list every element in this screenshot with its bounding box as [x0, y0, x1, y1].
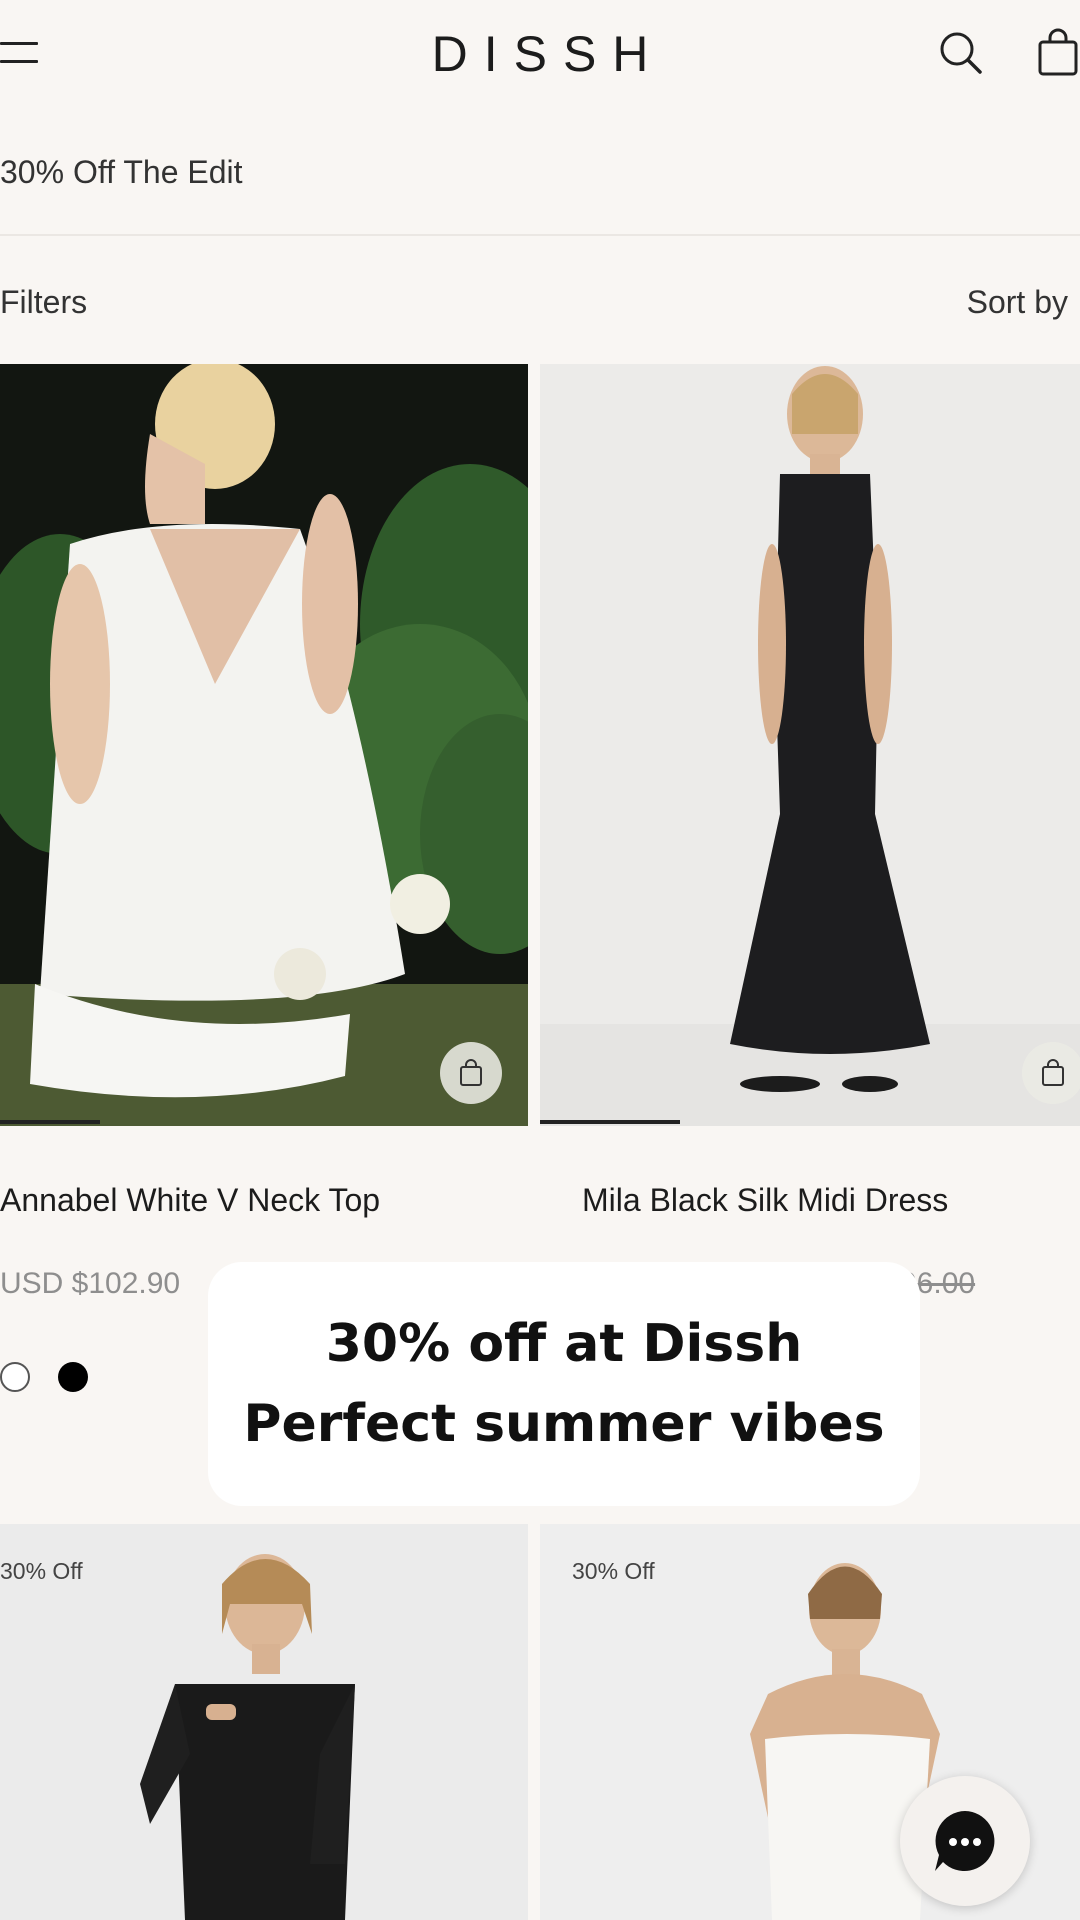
shopping-bag-icon: [460, 1059, 482, 1086]
shopping-bag-icon: [1042, 1059, 1064, 1086]
collection-title: 30% Off The Edit: [0, 154, 243, 190]
product-image-mila[interactable]: [540, 364, 1080, 1126]
product-price: USD $102.90: [0, 1267, 181, 1300]
caption-line-2: Perfect summer vibes: [243, 1394, 885, 1454]
divider: [0, 234, 1080, 236]
chat-bubble-icon: [935, 1811, 995, 1871]
quick-add-button[interactable]: [1022, 1042, 1080, 1104]
product-name[interactable]: Mila Black Silk Midi Dress: [582, 1178, 948, 1222]
brand-logo[interactable]: DISSH: [0, 24, 1080, 84]
image-carousel-progress: [0, 1120, 101, 1124]
quick-add-button[interactable]: [440, 1042, 502, 1104]
shopping-bag-icon[interactable]: [1036, 28, 1080, 78]
color-swatch-black[interactable]: [58, 1362, 88, 1392]
filters-button[interactable]: Filters: [0, 280, 87, 324]
brand-text: DISSH: [431, 26, 665, 82]
product-image-annabel[interactable]: [0, 364, 528, 1126]
discount-badge: 30% Off: [0, 1558, 83, 1584]
color-swatch-white[interactable]: [0, 1362, 30, 1392]
sort-by-button[interactable]: Sort by: [967, 280, 1068, 324]
caption-line-1: 30% off at Dissh: [325, 1314, 803, 1374]
product-name[interactable]: Annabel White V Neck Top: [0, 1178, 380, 1222]
image-carousel-progress: [540, 1120, 681, 1124]
chat-button[interactable]: [900, 1776, 1030, 1906]
discount-badge: 30% Off: [572, 1558, 655, 1584]
promo-caption-overlay: 30% off at Dissh Perfect summer vibes: [208, 1262, 920, 1506]
search-icon[interactable]: [938, 30, 984, 76]
